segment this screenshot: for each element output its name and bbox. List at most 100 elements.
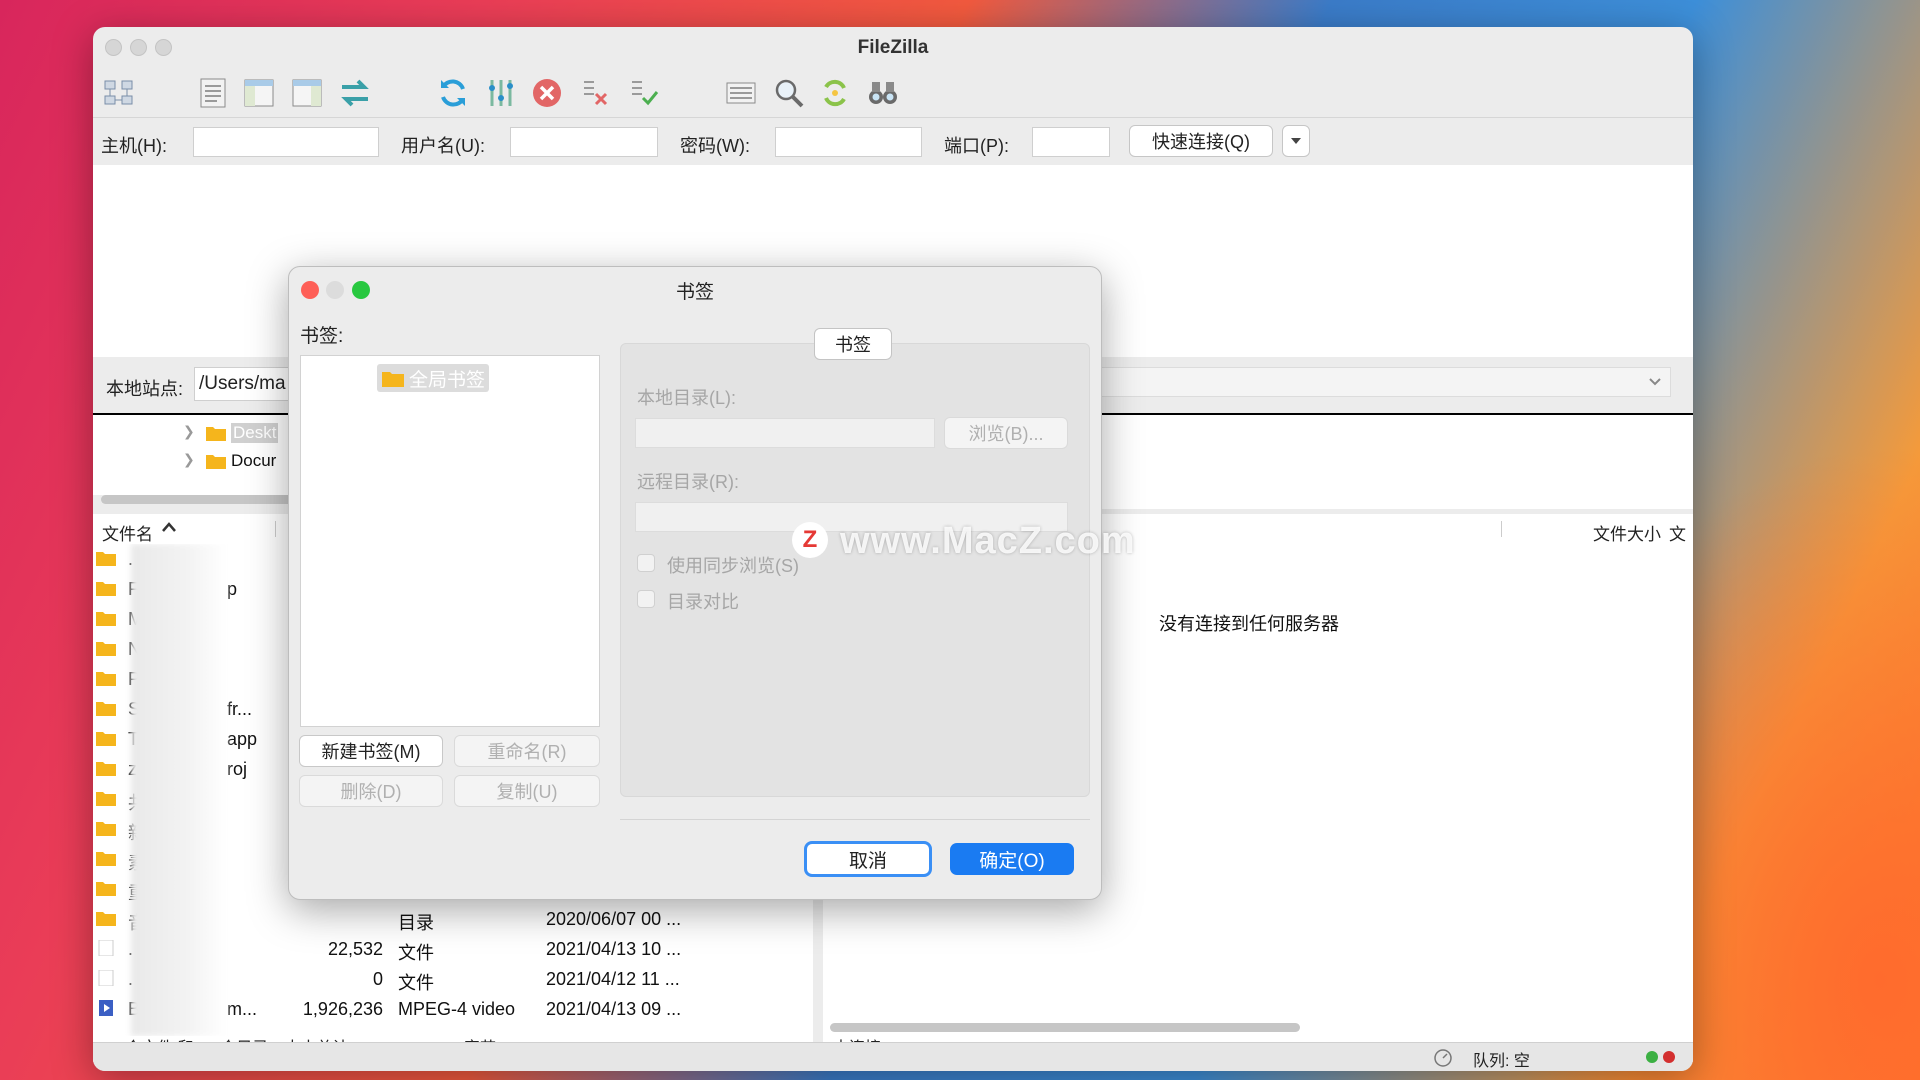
chevron-right-icon[interactable]: ❯ bbox=[183, 423, 195, 440]
transfer-arrows-icon bbox=[341, 79, 369, 107]
username-input[interactable] bbox=[510, 127, 658, 157]
folder-icon bbox=[96, 612, 116, 626]
folder-icon bbox=[96, 912, 116, 926]
reconnect-icon bbox=[632, 81, 659, 106]
chevron-down-icon bbox=[1291, 138, 1301, 144]
sync-browse-checkbox[interactable] bbox=[637, 554, 655, 572]
quickconnect-button[interactable]: 快速连接(Q) bbox=[1129, 125, 1273, 157]
bookmarks-tree: 全局书签 bbox=[300, 355, 600, 727]
local-tree-scrollbar[interactable] bbox=[101, 495, 301, 504]
reconnect-button[interactable] bbox=[625, 75, 661, 111]
search-files-button[interactable] bbox=[771, 75, 807, 111]
chevron-right-icon[interactable]: ❯ bbox=[183, 451, 195, 468]
password-label: 密码(W): bbox=[680, 136, 750, 156]
local-tree-icon bbox=[244, 79, 274, 107]
dir-compare-checkbox[interactable] bbox=[637, 590, 655, 608]
disconnect-icon bbox=[584, 81, 608, 106]
toggle-remote-tree-button[interactable] bbox=[289, 75, 325, 111]
process-queue-icon bbox=[489, 80, 513, 106]
search-icon bbox=[775, 79, 804, 108]
file-icon bbox=[98, 940, 114, 956]
global-bookmarks-label: 全局书签 bbox=[409, 369, 486, 391]
quickconnect-dropdown-button[interactable] bbox=[1282, 125, 1310, 157]
tree-item-label: Deskt bbox=[231, 423, 279, 443]
remote-list-scrollbar[interactable] bbox=[830, 1023, 1300, 1032]
local-dir-label: 本地目录(L): bbox=[637, 388, 736, 408]
dir-compare-label: 目录对比 bbox=[667, 592, 739, 612]
file-date: 2020/06/07 00 ... bbox=[546, 909, 682, 929]
queue-status-bar: 队列: 空 bbox=[93, 1042, 1693, 1071]
dialog-title: 书签 bbox=[675, 282, 714, 303]
refresh-button[interactable] bbox=[435, 75, 471, 111]
column-divider bbox=[1501, 521, 1502, 537]
copy-button[interactable]: 复制(U) bbox=[454, 775, 600, 807]
window-title: FileZilla bbox=[857, 37, 929, 58]
folder-icon bbox=[206, 455, 226, 469]
bookmark-details-panel: 书签 本地目录(L): 浏览(B)... 远程目录(R): 使用同步浏览(S) … bbox=[620, 328, 1090, 797]
local-site-label: 本地站点: bbox=[106, 379, 184, 399]
speed-limit-icon[interactable] bbox=[1433, 1048, 1453, 1068]
process-queue-button[interactable] bbox=[483, 75, 519, 111]
folder-icon bbox=[96, 672, 116, 686]
file-name-tail: p bbox=[227, 579, 238, 599]
filter-icon bbox=[726, 82, 756, 104]
file-type: 文件 bbox=[398, 943, 434, 963]
browse-button[interactable]: 浏览(B)... bbox=[944, 417, 1068, 449]
folder-icon bbox=[96, 762, 116, 776]
folder-icon bbox=[96, 792, 116, 806]
chevron-down-icon bbox=[1649, 378, 1661, 386]
bookmarks-dialog: 书签 书签: 全局书签 新建书签(M) 重命名(R) 删除(D) 复制(U) 书… bbox=[288, 266, 1102, 900]
folder-icon bbox=[96, 822, 116, 836]
video-file-icon bbox=[99, 1000, 113, 1016]
toggle-local-tree-button[interactable] bbox=[241, 75, 277, 111]
find-files-button[interactable] bbox=[865, 75, 901, 111]
username-label: 用户名(U): bbox=[401, 136, 485, 156]
file-name-tail: fr... bbox=[227, 699, 253, 719]
remote-dir-label: 远程目录(R): bbox=[637, 472, 739, 492]
host-label: 主机(H): bbox=[101, 136, 167, 156]
folder-icon bbox=[96, 582, 116, 596]
toggle-message-log-button[interactable] bbox=[195, 75, 231, 111]
toggle-transfer-queue-button[interactable] bbox=[337, 75, 373, 111]
file-date: 2021/04/13 09 ... bbox=[546, 999, 682, 1019]
site-manager-button[interactable] bbox=[101, 75, 137, 111]
local-dir-input[interactable] bbox=[635, 418, 935, 448]
binoculars-icon bbox=[869, 82, 897, 104]
bookmarks-label: 书签: bbox=[300, 326, 344, 347]
column-filesize[interactable]: 文件大小 bbox=[1593, 520, 1661, 545]
directory-filters-button[interactable] bbox=[723, 75, 759, 111]
rename-button[interactable]: 重命名(R) bbox=[454, 735, 600, 767]
dialog-divider bbox=[620, 819, 1090, 820]
port-input[interactable] bbox=[1032, 127, 1110, 157]
port-label: 端口(P): bbox=[944, 136, 1009, 156]
file-size: 1,926,236 bbox=[302, 999, 383, 1019]
toolbar bbox=[93, 67, 1693, 117]
new-bookmark-button[interactable]: 新建书签(M) bbox=[299, 735, 443, 767]
column-filename[interactable]: 文件名 bbox=[102, 520, 153, 545]
titlebar: FileZilla bbox=[93, 27, 1693, 67]
folder-icon bbox=[96, 642, 116, 656]
folder-icon bbox=[96, 732, 116, 746]
toggle-sync-browsing-button[interactable] bbox=[817, 75, 853, 111]
file-type: 文件 bbox=[398, 973, 434, 993]
folder-icon bbox=[96, 882, 116, 896]
tab-bookmark[interactable]: 书签 bbox=[814, 328, 892, 360]
blurred-region bbox=[131, 544, 227, 1036]
folder-icon bbox=[206, 427, 226, 441]
global-bookmarks-node[interactable]: 全局书签 bbox=[377, 364, 490, 392]
disconnect-button[interactable] bbox=[577, 75, 613, 111]
password-input[interactable] bbox=[775, 127, 922, 157]
quickconnect-bar: 主机(H): 用户名(U): 密码(W): 端口(P): 快速连接(Q) bbox=[93, 117, 1693, 167]
ok-button[interactable]: 确定(O) bbox=[950, 843, 1074, 875]
delete-button[interactable]: 删除(D) bbox=[299, 775, 443, 807]
status-led-red bbox=[1663, 1051, 1675, 1063]
cancel-button[interactable]: 取消 bbox=[804, 841, 932, 877]
site-manager-icon bbox=[104, 80, 133, 105]
file-name-tail: app bbox=[227, 729, 258, 749]
file-size: 0 bbox=[372, 969, 383, 989]
file-date: 2021/04/12 11 ... bbox=[546, 969, 680, 989]
watermark-text: www.MacZ.com bbox=[840, 520, 1136, 562]
cancel-operation-button[interactable] bbox=[529, 75, 565, 111]
host-input[interactable] bbox=[193, 127, 379, 157]
watermark-logo: Z bbox=[792, 522, 828, 558]
